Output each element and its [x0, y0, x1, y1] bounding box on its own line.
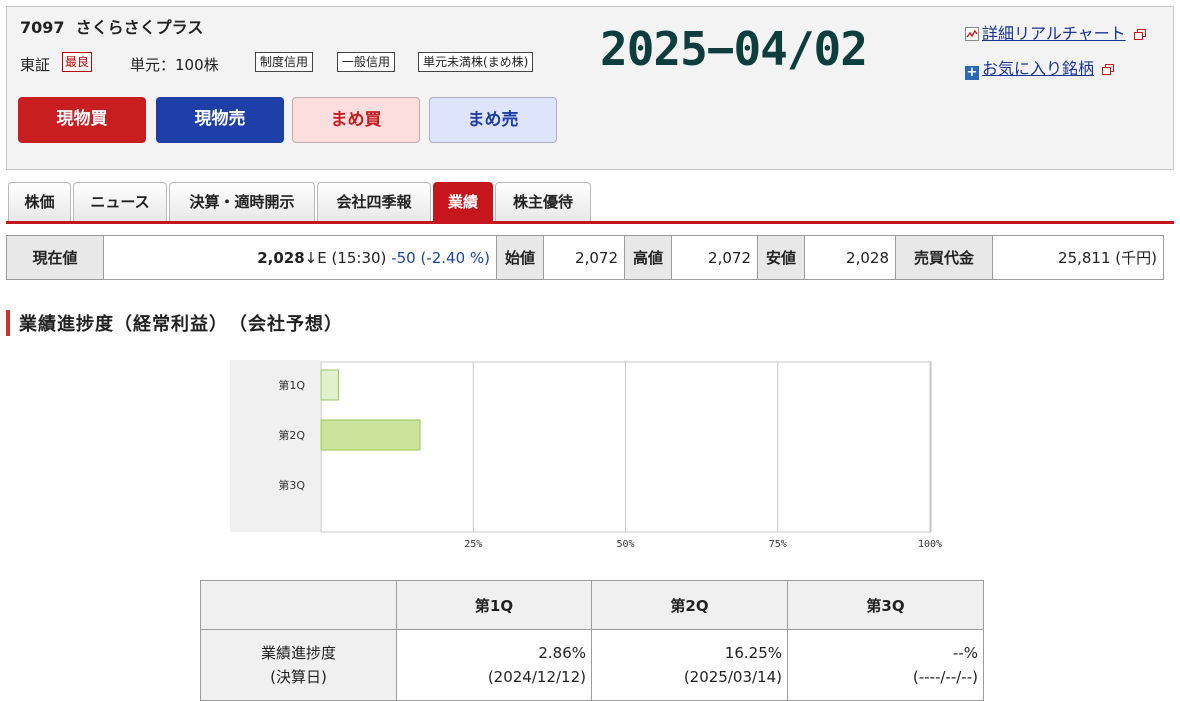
price-summary-table: 現在値 2,028↓E (15:30) -50 (-2.40 %) 始値 2,0… [6, 235, 1164, 280]
chart-bar [320, 419, 421, 451]
tab-shikiho[interactable]: 会社四季報 [317, 182, 431, 221]
progress-date-q1: (2024/12/12) [487, 668, 586, 686]
low-value: 2,028 [804, 235, 896, 280]
favorites-label: お気に入り銘柄 [982, 59, 1095, 78]
market-badge: 最良 [62, 52, 93, 72]
high-label: 高値 [624, 235, 672, 280]
stock-title: 7097 さくらさくプラス [20, 14, 203, 38]
chart-category-label: 第2Q [278, 428, 305, 442]
progress-date-q2: (2025/03/14) [683, 668, 782, 686]
progress-value-q1: 2.86% [538, 644, 586, 662]
tag-margin-general: 一般信用 [337, 52, 396, 72]
down-arrow-icon: ↓ [304, 248, 318, 267]
chart-tick-label: 100% [918, 539, 942, 550]
current-price-cell: 2,028↓E (15:30) -50 (-2.40 %) [103, 235, 497, 280]
progress-row-label-2: (決算日) [270, 668, 327, 686]
plus-icon: + [965, 65, 979, 80]
date-overlay: 2025−04/02 [600, 22, 868, 76]
turnover-label: 売買代金 [895, 235, 993, 280]
progress-table: 第1Q 第2Q 第3Q 業績進捗度 (決算日) 2.86% (2024/12/1… [200, 580, 984, 701]
progress-header-q3: 第3Q [787, 580, 984, 630]
favorites-link[interactable]: + お気に入り銘柄 [965, 55, 1115, 80]
progress-value-q3: --% [952, 644, 978, 662]
new-window-icon [1133, 29, 1146, 40]
open-label: 始値 [496, 235, 544, 280]
chart-icon [965, 27, 979, 41]
progress-chart: 第1Q 第2Q 第3Q 25% 50% 75% 100% [230, 360, 942, 550]
realtime-chart-label: 詳細リアルチャート [982, 24, 1126, 43]
price-status: E (15:30) [317, 248, 387, 267]
progress-row-label: 業績進捗度 (決算日) [200, 629, 397, 701]
price-change: -50 (-2.40 %) [391, 248, 490, 267]
progress-cell-q3: --% (----/--/--) [787, 629, 984, 701]
progress-value-q2: 16.25% [724, 644, 782, 662]
open-value: 2,072 [543, 235, 625, 280]
realtime-chart-link[interactable]: 詳細リアルチャート [965, 20, 1146, 44]
current-price-value: 2,028 [257, 248, 305, 267]
chart-tick-label: 75% [769, 539, 787, 550]
spot-sell-button[interactable]: 現物売 [156, 97, 284, 143]
progress-header-q1: 第1Q [396, 580, 592, 630]
progress-header-q2: 第2Q [591, 580, 788, 630]
stock-name: さくらさくプラス [75, 18, 204, 37]
exchange-label: 東証 [20, 56, 51, 74]
mame-sell-button[interactable]: まめ売 [429, 97, 557, 143]
high-value: 2,072 [671, 235, 758, 280]
chart-tick-label: 50% [616, 539, 634, 550]
tab-underline [6, 221, 1174, 224]
chart-category-band [230, 360, 320, 532]
section-title: 業績進捗度（経常利益） （会社予想） [19, 314, 343, 335]
tag-odd-lot: 単元未満株(まめ株) [418, 52, 534, 72]
tab-stock-price[interactable]: 株価 [8, 182, 71, 221]
progress-cell-q1: 2.86% (2024/12/12) [396, 629, 592, 701]
progress-table-corner [200, 580, 397, 630]
chart-tick-label: 25% [464, 539, 482, 550]
tab-shareholder-benefits[interactable]: 株主優待 [495, 182, 591, 221]
new-window-icon [1102, 64, 1115, 75]
chart-category-label: 第3Q [278, 478, 305, 492]
section-accent-bar [6, 310, 10, 336]
stock-code: 7097 [20, 18, 65, 37]
tab-earnings-disclosure[interactable]: 決算・適時開示 [169, 182, 315, 221]
progress-row-label-1: 業績進捗度 [260, 644, 336, 662]
low-label: 安値 [757, 235, 805, 280]
chart-bar [320, 369, 339, 401]
unit-label: 単元：100株 [130, 56, 219, 74]
tab-performance[interactable]: 業績 [433, 182, 493, 221]
progress-date-q3: (----/--/--) [912, 668, 978, 686]
chart-category-label: 第1Q [278, 378, 305, 392]
mame-buy-button[interactable]: まめ買 [292, 97, 420, 143]
tag-margin-system: 制度信用 [255, 52, 314, 72]
progress-cell-q2: 16.25% (2025/03/14) [591, 629, 788, 701]
tab-news[interactable]: ニュース [73, 182, 167, 221]
turnover-value: 25,811 (千円) [992, 235, 1164, 280]
current-price-label: 現在値 [6, 235, 104, 280]
spot-buy-button[interactable]: 現物買 [18, 97, 146, 143]
